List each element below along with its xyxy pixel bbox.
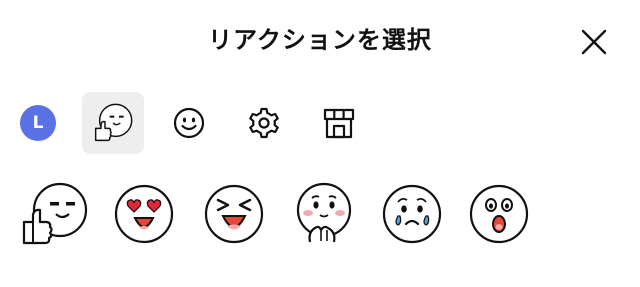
sticker-thumbs-up-icon [22, 182, 88, 245]
sticker-grid [0, 178, 640, 250]
brown-thumbs-up-sticker-icon [94, 103, 133, 142]
sticker-heart-eyes-icon [114, 184, 174, 244]
shop-icon [323, 108, 355, 139]
close-icon [581, 29, 607, 55]
sticker-heart-eyes[interactable] [108, 178, 180, 250]
reaction-tab-bar: L [0, 92, 640, 154]
sticker-crying-icon [382, 184, 442, 244]
close-button[interactable] [574, 22, 614, 62]
avatar: L [20, 105, 56, 141]
sticker-shy[interactable] [288, 178, 360, 250]
tab-emoji[interactable] [158, 92, 220, 154]
sticker-laughing-icon [204, 184, 264, 244]
dialog-title: リアクションを選択 [208, 26, 432, 54]
sticker-crying[interactable] [376, 178, 448, 250]
sticker-thumbs-up[interactable] [18, 178, 90, 250]
sticker-surprised-icon [469, 184, 529, 244]
tab-sticker-pack[interactable] [82, 92, 144, 154]
avatar-letter: L [32, 113, 44, 133]
sticker-laughing[interactable] [198, 178, 270, 250]
tab-settings[interactable] [233, 92, 295, 154]
gear-icon [249, 107, 279, 139]
sticker-surprised[interactable] [463, 178, 535, 250]
sticker-shy-icon [296, 182, 352, 243]
tab-user-avatar[interactable]: L [7, 92, 69, 154]
smiley-icon [173, 107, 205, 139]
tab-shop[interactable] [308, 92, 370, 154]
